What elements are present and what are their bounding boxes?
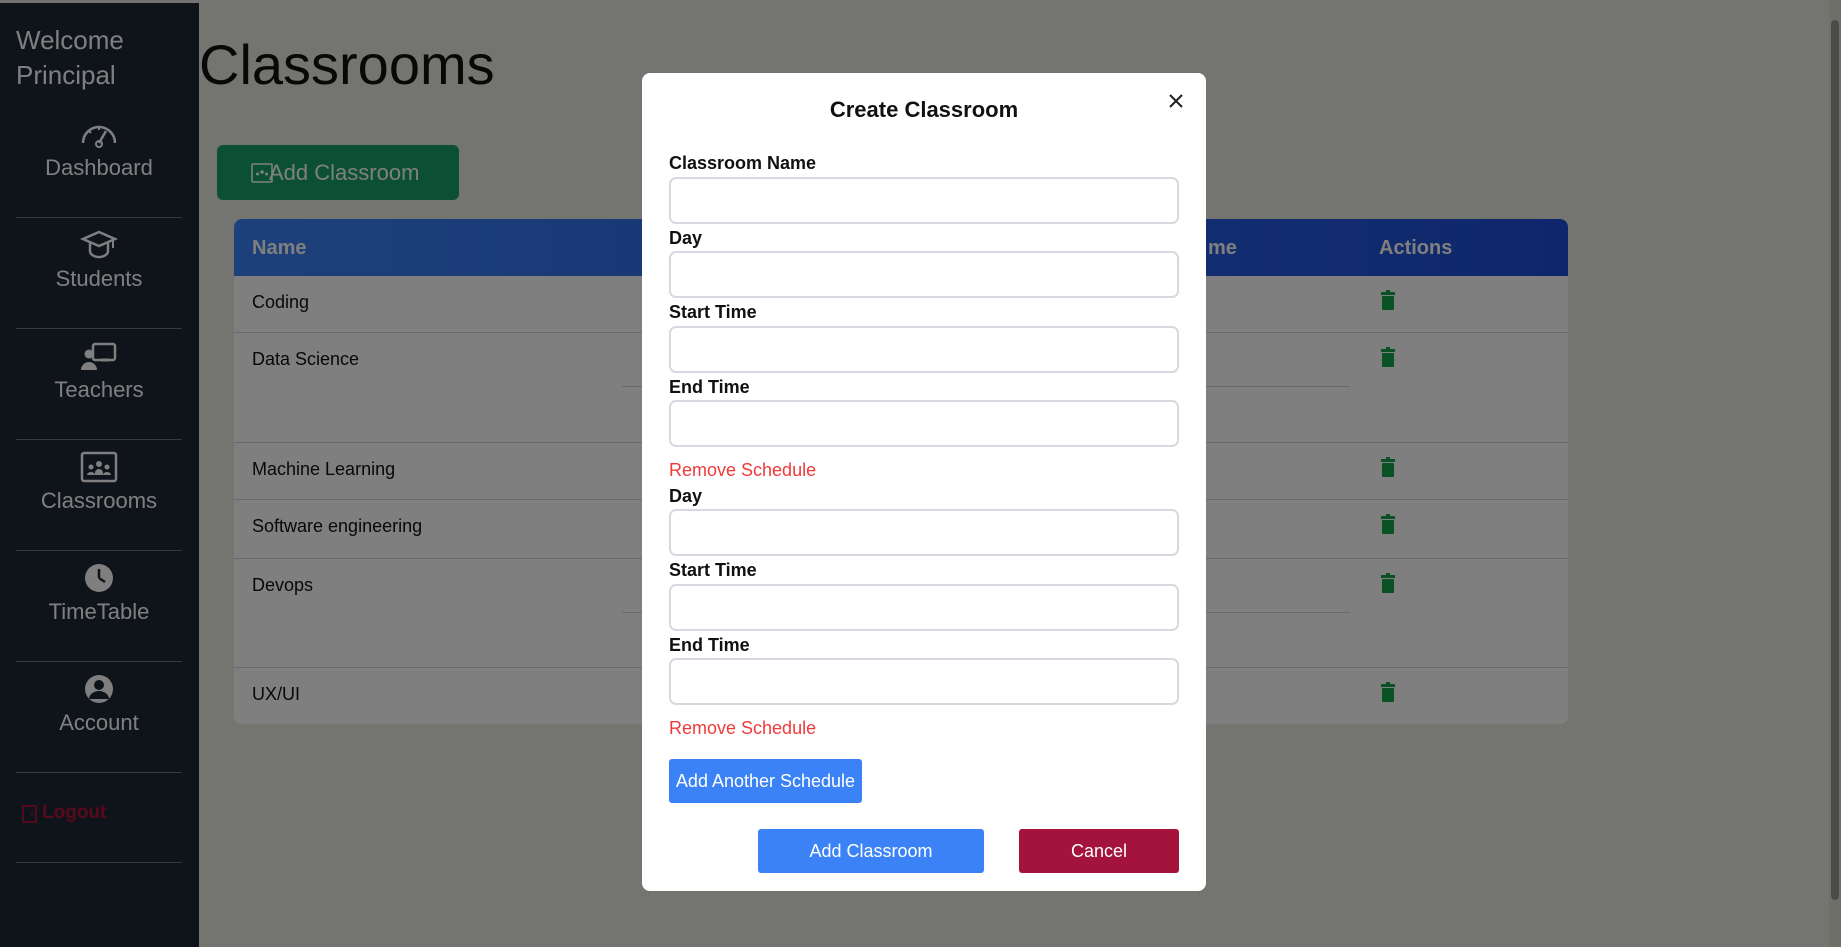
cancel-button[interactable]: Cancel (1019, 829, 1179, 873)
start-time-label: Start Time (669, 302, 757, 322)
classroom-name-label: Classroom Name (669, 153, 817, 173)
day-input[interactable] (669, 509, 1179, 556)
close-icon[interactable] (1164, 89, 1188, 113)
start-time-input[interactable] (669, 326, 1179, 373)
start-time-label: Start Time (669, 560, 757, 580)
end-time-label: End Time (669, 377, 750, 397)
end-time-input[interactable] (669, 400, 1179, 447)
modal-title: Create Classroom (829, 97, 1019, 122)
remove-schedule-button[interactable]: Remove Schedule (669, 718, 816, 739)
start-time-input[interactable] (669, 584, 1179, 631)
create-classroom-modal: Create Classroom Classroom Name Day Star… (642, 73, 1206, 891)
page-scrollbar[interactable] (1829, 0, 1841, 947)
end-time-input[interactable] (669, 658, 1179, 705)
scrollbar-thumb[interactable] (1831, 20, 1839, 900)
day-label: Day (669, 486, 703, 506)
day-input[interactable] (669, 251, 1179, 298)
end-time-label: End Time (669, 635, 750, 655)
remove-schedule-button[interactable]: Remove Schedule (669, 460, 816, 481)
day-label: Day (669, 228, 703, 248)
add-another-schedule-button[interactable]: Add Another Schedule (669, 759, 862, 803)
add-classroom-submit-button[interactable]: Add Classroom (758, 829, 984, 873)
classroom-name-input[interactable] (669, 177, 1179, 224)
